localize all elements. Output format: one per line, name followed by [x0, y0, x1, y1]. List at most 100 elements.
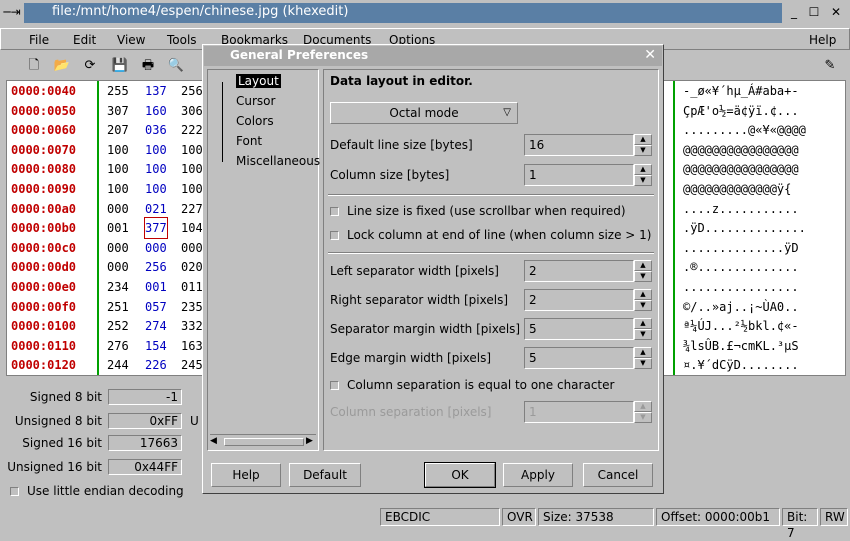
window-menu-icon[interactable]: ─⇥ [2, 4, 22, 22]
hex-byte[interactable]: 226 [145, 355, 167, 375]
spin-up-icon[interactable]: ▲ [634, 347, 652, 358]
spin-up-icon[interactable]: ▲ [634, 289, 652, 300]
hex-byte[interactable]: 306 [181, 101, 203, 121]
text-cell[interactable]: @@@@@@@@@@@@@@@@ [683, 159, 799, 179]
hex-byte[interactable]: 163 [181, 336, 203, 356]
save-icon[interactable]: 💾 [110, 56, 130, 76]
spin-down-icon[interactable]: ▼ [634, 358, 652, 369]
menu-file[interactable]: File [29, 33, 49, 47]
hex-byte[interactable]: 100 [181, 140, 203, 160]
hex-byte[interactable]: 020 [181, 257, 203, 277]
line-size-fixed-checkbox[interactable]: Line size is fixed (use scrollbar when r… [330, 204, 626, 218]
text-cell[interactable]: ÇpÆ'o½=ä¢ÿï.¢... [683, 101, 799, 121]
hex-byte[interactable]: 154 [145, 336, 167, 356]
hex-byte[interactable]: 057 [145, 297, 167, 317]
text-cell[interactable]: .........@«¥«@@@@ [683, 120, 806, 140]
left-sep-input[interactable]: 2 [524, 260, 634, 282]
spin-up-icon[interactable]: ▲ [634, 260, 652, 271]
text-cell[interactable]: @@@@@@@@@@@@@ÿ{ [683, 179, 791, 199]
hex-byte[interactable]: 207 [107, 120, 129, 140]
spin-up-icon[interactable]: ▲ [634, 318, 652, 329]
text-cell[interactable]: ................ [683, 375, 799, 376]
reload-icon[interactable]: ⟳ [80, 56, 100, 76]
ok-button[interactable]: OK [424, 462, 496, 488]
hex-byte[interactable]: 000 [181, 375, 203, 376]
hex-byte[interactable]: 256 [181, 81, 203, 101]
hex-byte[interactable]: 000 [181, 238, 203, 258]
hex-byte[interactable]: 256 [145, 257, 167, 277]
hex-byte[interactable]: 001 [107, 218, 129, 238]
hex-byte[interactable]: 100 [145, 159, 167, 179]
tree-item-cursor[interactable]: Cursor [236, 94, 275, 108]
hex-byte[interactable]: 255 [107, 81, 129, 101]
spin-down-icon[interactable]: ▼ [634, 271, 652, 282]
hex-byte[interactable]: 234 [107, 277, 129, 297]
text-cell[interactable]: ¾lsÛB.£¬cmKL.³µS [683, 336, 799, 356]
left-sep-spin[interactable]: 2 ▲ ▼ [524, 260, 654, 282]
menu-tools[interactable]: Tools [167, 33, 197, 47]
hex-byte[interactable]: 000 [145, 238, 167, 258]
hex-byte[interactable]: 227 [181, 199, 203, 219]
text-cell[interactable]: .ÿD.............. [683, 218, 806, 238]
hex-byte[interactable]: 000 [107, 199, 129, 219]
text-cell[interactable]: ¤.¥´dCÿD........ [683, 355, 799, 375]
hex-byte[interactable]: 235 [181, 297, 203, 317]
text-cell[interactable]: @@@@@@@@@@@@@@@@ [683, 140, 799, 160]
hex-byte[interactable]: 000 [107, 257, 129, 277]
apply-button[interactable]: Apply [503, 463, 573, 487]
close-icon[interactable]: ✕ [826, 4, 846, 22]
little-endian-checkbox[interactable]: Use little endian decoding [10, 484, 184, 498]
hex-byte[interactable]: 274 [145, 316, 167, 336]
text-cell[interactable]: ª¼ÚJ...²½bkl.¢«- [683, 316, 799, 336]
hex-byte[interactable]: 332 [181, 316, 203, 336]
hex-byte[interactable]: 100 [107, 140, 129, 160]
hex-byte[interactable]: 307 [107, 101, 129, 121]
menu-edit[interactable]: Edit [73, 33, 96, 47]
maximize-icon[interactable]: ☐ [804, 4, 824, 22]
hex-byte[interactable]: 200 [107, 375, 129, 376]
hex-byte[interactable]: 021 [145, 199, 167, 219]
print-preview-icon[interactable]: 🔍 [166, 56, 186, 76]
tree-item-colors[interactable]: Colors [236, 114, 274, 128]
text-cell[interactable]: ©/..»aj..¡~ÙA0.. [683, 297, 799, 317]
dialog-close-icon[interactable]: ✕ [644, 47, 656, 63]
hex-byte[interactable]: 160 [145, 101, 167, 121]
spin-up-icon[interactable]: ▲ [634, 164, 652, 175]
scroll-thumb[interactable] [224, 438, 304, 446]
line-size-input[interactable]: 16 [524, 134, 634, 156]
scroll-left-icon[interactable]: ◀ [210, 436, 217, 446]
hex-byte[interactable]: 036 [145, 120, 167, 140]
mode-select[interactable]: Octal mode ▽ [330, 102, 518, 124]
spin-down-icon[interactable]: ▼ [634, 145, 652, 156]
tree-item-layout[interactable]: Layout [236, 74, 281, 88]
hex-byte[interactable]: 100 [181, 179, 203, 199]
tree-item-font[interactable]: Font [236, 134, 262, 148]
default-button[interactable]: Default [289, 463, 361, 487]
edge-margin-input[interactable]: 5 [524, 347, 634, 369]
signed16-value[interactable]: 17663 [108, 435, 182, 451]
hex-byte[interactable]: 100 [107, 159, 129, 179]
print-icon[interactable]: 🖶 [138, 56, 158, 76]
window-titlebar[interactable]: ─⇥ file:/mnt/home4/espen/chinese.jpg (kh… [0, 0, 850, 26]
text-cell[interactable]: ....z........... [683, 199, 799, 219]
column-sep-equal-checkbox[interactable]: Column separation is equal to one charac… [330, 378, 614, 392]
cancel-button[interactable]: Cancel [583, 463, 653, 487]
tree-scrollbar[interactable]: ◀ ▶ [210, 434, 316, 448]
spin-down-icon[interactable]: ▼ [634, 175, 652, 186]
text-cell[interactable]: -_ø«¥´hµ_Á#aba+- [683, 81, 799, 101]
text-cell[interactable]: .®.............. [683, 257, 799, 277]
open-file-icon[interactable]: 📂 [52, 56, 72, 76]
hex-byte[interactable]: 377 [144, 217, 168, 240]
hex-byte[interactable]: 251 [107, 297, 129, 317]
minimize-icon[interactable]: _ [784, 4, 804, 22]
column-size-input[interactable]: 1 [524, 164, 634, 186]
text-cell[interactable]: ..............ÿD [683, 238, 799, 258]
hex-byte[interactable]: 104 [181, 218, 203, 238]
spin-down-icon[interactable]: ▼ [634, 300, 652, 311]
hex-byte[interactable]: 100 [107, 179, 129, 199]
hex-byte[interactable]: 000 [107, 238, 129, 258]
hex-byte[interactable]: 000 [145, 375, 167, 376]
hex-byte[interactable]: 100 [145, 179, 167, 199]
sep-margin-spin[interactable]: 5 ▲ ▼ [524, 318, 654, 340]
menu-help[interactable]: Help [809, 33, 836, 47]
